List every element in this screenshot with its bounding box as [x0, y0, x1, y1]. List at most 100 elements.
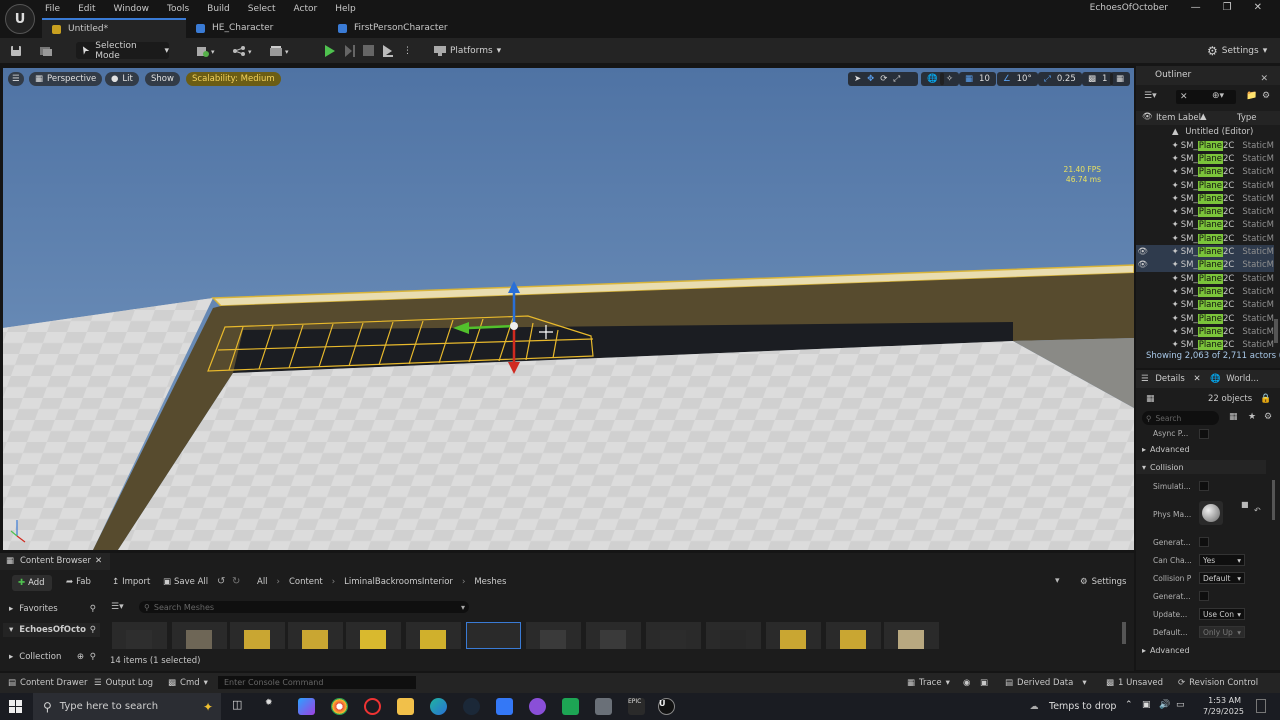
launch-icon[interactable] [382, 42, 394, 59]
translate-tool-icon[interactable]: ✥ [867, 74, 874, 84]
outliner-row[interactable]: ✦ SM_ Plane 2C StaticM [1136, 205, 1274, 218]
gear-icon[interactable]: ⚙ [1262, 91, 1270, 101]
asset-thumbnail[interactable] [766, 622, 821, 649]
cinematics-icon[interactable]: ▾ [269, 42, 293, 59]
asset-thumbnail[interactable] [112, 622, 167, 649]
folder-icon[interactable]: 📁 [1246, 91, 1257, 101]
outliner-root[interactable]: ▲ Untitled (Editor) [1172, 127, 1276, 137]
search-icon[interactable]: ⚲ [90, 652, 96, 662]
menu-build[interactable]: Build [207, 4, 230, 14]
outliner-row[interactable]: 👁 ✦ SM_ Plane 2C StaticM [1136, 245, 1274, 259]
outliner-row[interactable]: ✦ SM_ Plane 2C StaticM [1136, 338, 1274, 351]
asset-scrollbar[interactable] [1122, 622, 1126, 644]
menu-help[interactable]: Help [335, 4, 356, 14]
copilot-icon[interactable] [298, 698, 315, 715]
breadcrumb-all[interactable]: All [257, 577, 268, 587]
asset-search-input[interactable]: ⚲ Search Meshes ▾ [139, 601, 469, 613]
trace-button[interactable]: ▦ Trace ▾ [907, 678, 950, 688]
breadcrumb-content[interactable]: Content [289, 577, 323, 587]
breadcrumb-meshes[interactable]: Meshes [474, 577, 506, 587]
epic-games-icon[interactable]: EPIC [628, 698, 645, 715]
windows-start-icon[interactable] [9, 700, 22, 713]
update-overlaps-select[interactable]: Use Con ▾ [1199, 608, 1245, 620]
can-character-step-select[interactable]: Yes ▾ [1199, 554, 1245, 566]
level-viewport[interactable]: ☰ ▦ Perspective ● Lit Show Scalability: … [3, 68, 1134, 550]
more-options-icon[interactable]: ⋮ [403, 42, 412, 59]
unreal-taskbar-icon[interactable]: U [658, 698, 675, 715]
menu-select[interactable]: Select [248, 4, 276, 14]
steam-icon[interactable] [463, 698, 480, 715]
minimize-icon[interactable]: — [1191, 2, 1201, 13]
select-tool-icon[interactable]: ➤ [854, 74, 861, 84]
notification-icon[interactable] [1256, 699, 1266, 713]
import-button[interactable]: ↥ Import [112, 577, 150, 587]
outliner-row[interactable]: ✦ SM_ Plane 2C StaticM [1136, 299, 1274, 312]
menu-actor[interactable]: Actor [294, 4, 318, 14]
tab-he-character[interactable]: HE_Character [186, 18, 328, 38]
scalability-badge[interactable]: Scalability: Medium [186, 72, 281, 86]
blueprint-menu-icon[interactable]: ▾ [232, 42, 256, 59]
rotate-tool-icon[interactable]: ⟳ [880, 74, 887, 84]
browse-asset-icon[interactable]: ■ [1241, 500, 1249, 509]
settings-circle-icon[interactable]: ⊕▾ [1212, 91, 1224, 101]
clock[interactable]: 1:53 AM 7/29/2025 [1203, 695, 1244, 717]
tab-first-person-character[interactable]: FirstPersonCharacter [328, 18, 478, 38]
rotation-snap[interactable]: ∠ 10° [997, 72, 1038, 86]
details-scrollbar[interactable] [1272, 480, 1275, 520]
advanced-section-2[interactable]: ▸ Advanced [1136, 643, 1266, 657]
table-view-icon[interactable]: ▦ [1229, 412, 1238, 422]
browse-icon[interactable] [39, 42, 53, 59]
save-all-button[interactable]: ▣ Save All [163, 577, 208, 587]
lit-button[interactable]: ● Lit [105, 72, 139, 86]
simulation-checkbox[interactable] [1199, 481, 1209, 491]
reset-icon[interactable]: ↶ [1254, 506, 1261, 515]
grid-snap[interactable]: ▦ 10 [959, 72, 996, 86]
menu-window[interactable]: Window [114, 4, 150, 14]
outliner-row[interactable]: ✦ SM_ Plane 2C StaticM [1136, 219, 1274, 232]
asset-thumbnail[interactable] [172, 622, 227, 649]
asset-thumbnail[interactable] [884, 622, 939, 649]
unsaved-button[interactable]: ▩ 1 Unsaved [1106, 678, 1163, 688]
maximize-viewport-icon[interactable]: ▦ [1110, 72, 1131, 86]
selection-mode-button[interactable]: Selection Mode ▾ [76, 41, 169, 61]
content-browser-tab[interactable]: ▦ Content Browser ✕ [0, 553, 110, 570]
tray-chevron-icon[interactable]: ⌃ [1125, 700, 1133, 710]
asset-thumbnail[interactable] [586, 622, 641, 649]
asset-thumbnail[interactable] [230, 622, 285, 649]
perspective-button[interactable]: ▦ Perspective [29, 72, 103, 86]
outliner-row[interactable]: ✦ SM_ Plane 2C StaticM [1136, 272, 1274, 285]
filter-icon[interactable]: ☰▾ [111, 602, 124, 612]
outliner-row[interactable]: ✦ SM_ Plane 2C StaticM [1136, 152, 1274, 165]
task-view-icon[interactable]: ◫ [232, 698, 249, 715]
collision-preset-select[interactable]: Default ▾ [1199, 572, 1245, 584]
breadcrumb-liminal[interactable]: LiminalBackroomsInterior [344, 577, 453, 587]
cmd-dropdown[interactable]: ▩ Cmd ▾ [168, 678, 208, 688]
outliner-row[interactable]: ✦ SM_ Plane 2C StaticM [1136, 166, 1274, 179]
chevron-down-icon[interactable]: ▾ [1055, 576, 1060, 586]
show-button[interactable]: Show [145, 72, 180, 86]
search-icon[interactable]: ⚲ [90, 625, 96, 635]
battery-icon[interactable]: ▭ [1176, 700, 1185, 710]
lock-icon[interactable]: 🔒 [1260, 394, 1271, 404]
asset-thumbnail[interactable] [526, 622, 581, 649]
content-drawer-button[interactable]: ▤ Content Drawer [8, 678, 87, 688]
asset-thumbnail[interactable] [288, 622, 343, 649]
default-update-select[interactable]: Only Up ▾ [1199, 626, 1245, 638]
outliner-row[interactable]: 👁 ✦ SM_ Plane 2C StaticM [1136, 258, 1274, 272]
stop-icon[interactable] [363, 42, 374, 59]
tab-world-settings[interactable]: 🌐 World... [1210, 374, 1259, 384]
file-explorer-icon[interactable] [397, 698, 414, 715]
volume-icon[interactable]: 🔊 [1159, 700, 1170, 710]
derived-data-button[interactable]: ▤ Derived Data ▾ [1005, 678, 1087, 688]
tab-untitled[interactable]: Untitled* [42, 18, 186, 38]
network-tray-icon[interactable]: ▣ [1142, 700, 1151, 710]
filter-icon[interactable]: ☰▾ [1144, 91, 1157, 101]
viewport-menu-icon[interactable]: ☰ [8, 72, 24, 86]
close-icon[interactable]: ✕ [1254, 2, 1262, 13]
collision-section[interactable]: ▾ Collision [1136, 460, 1266, 474]
restore-icon[interactable]: ❐ [1223, 2, 1232, 13]
chrome-icon[interactable] [331, 698, 348, 715]
app-green-icon[interactable] [562, 698, 579, 715]
asset-thumbnail[interactable] [646, 622, 701, 649]
add-actor-icon[interactable]: ▾ [196, 42, 218, 59]
